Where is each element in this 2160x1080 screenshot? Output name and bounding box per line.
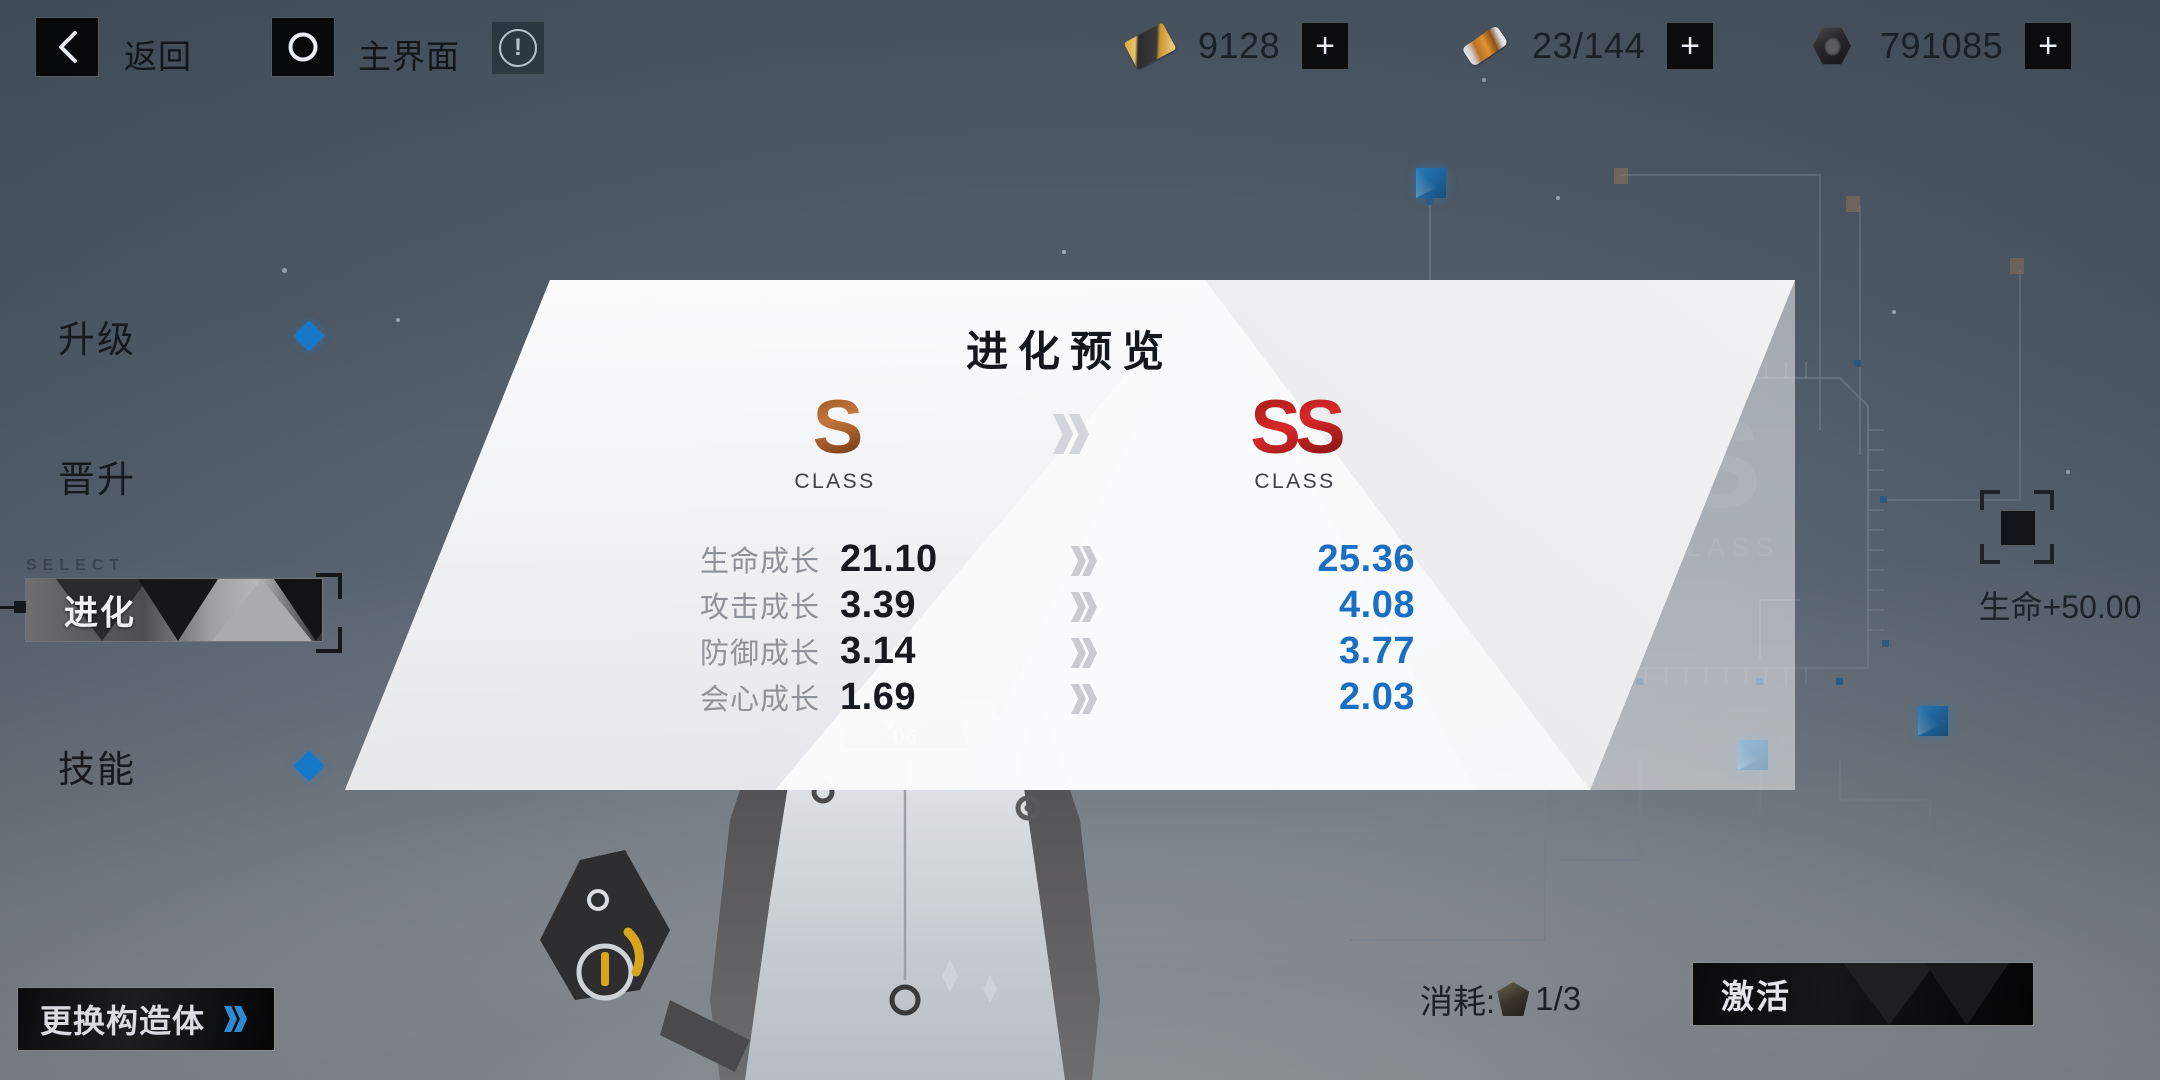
- double-chevron-right-icon: [1071, 684, 1097, 714]
- sidebar-item-label: 升级: [58, 319, 136, 360]
- select-label: SELECT: [26, 557, 126, 574]
- top-navigation-bar: 返回 主界面 ! 9128 + 23/144 + 791085 +: [0, 0, 2160, 90]
- stat-next-value: 4.08: [1339, 584, 1415, 626]
- rank-comparison-row: S CLASS SS CLASS: [345, 390, 1795, 500]
- currency-item: 791085 +: [1810, 18, 2072, 74]
- currency-value: 791085: [1880, 25, 2004, 66]
- sidebar-item-evolve-active[interactable]: SELECT 进化: [0, 557, 360, 661]
- cost-label: 消耗:: [1420, 983, 1496, 1020]
- selection-tick-square: [14, 601, 26, 613]
- stat-current-value: 1.69: [840, 676, 916, 718]
- swap-construct-label: 更换构造体: [40, 1003, 206, 1039]
- cost-display: 消耗: 1/3: [1420, 975, 1581, 1023]
- table-row: 攻击成长 3.39 4.08: [345, 584, 1795, 630]
- double-chevron-right-icon: [1071, 638, 1097, 668]
- stat-label: 防御成长: [699, 638, 820, 670]
- currency-item: 9128 +: [1123, 18, 1349, 74]
- left-sidebar: 升级 晋升: [0, 300, 360, 580]
- new-marker-diamond-icon: [293, 750, 325, 782]
- double-chevron-right-icon: [1071, 592, 1097, 622]
- selection-bracket-icon: [316, 573, 342, 599]
- back-label: 返回: [124, 38, 192, 75]
- stat-label: 攻击成长: [699, 592, 820, 624]
- activate-label: 激活: [1721, 978, 1791, 1015]
- sidebar-item-label: 技能: [58, 749, 136, 790]
- target-rank-class-label: CLASS: [1254, 470, 1336, 493]
- selection-bracket-icon: [316, 627, 342, 653]
- target-rank-letter: SS: [1145, 390, 1445, 466]
- double-chevron-right-icon: [1053, 414, 1089, 454]
- swap-construct-button[interactable]: 更换构造体: [18, 988, 274, 1050]
- stat-current-value: 21.10: [840, 538, 938, 580]
- sidebar-item-skill[interactable]: 技能: [0, 730, 360, 802]
- back-button[interactable]: [36, 18, 98, 76]
- stat-label: 会心成长: [699, 684, 820, 716]
- stat-next-value: 25.36: [1317, 538, 1415, 580]
- double-chevron-right-icon: [1071, 546, 1097, 576]
- sidebar-active-box[interactable]: 进化: [26, 579, 322, 641]
- activate-button[interactable]: 激活: [1693, 963, 2033, 1025]
- reward-node-core: [2001, 511, 2035, 545]
- circle-icon: [288, 32, 318, 62]
- info-button[interactable]: !: [492, 22, 544, 74]
- double-chevron-right-icon: [224, 1006, 248, 1032]
- stat-current-value: 3.14: [840, 630, 916, 672]
- evolution-preview-panel: 进化预览 S CLASS SS CLASS 生命成长 21.10 25.36 攻…: [345, 280, 1795, 790]
- table-row: 会心成长 1.69 2.03: [345, 676, 1795, 722]
- evolution-core-icon: [1497, 982, 1530, 1016]
- add-currency-button[interactable]: +: [1667, 23, 1714, 69]
- current-rank-letter: S: [685, 390, 985, 466]
- new-marker-diamond-icon: [293, 320, 325, 352]
- currency-value: 9128: [1198, 25, 1281, 66]
- stat-label: 生命成长: [699, 546, 820, 578]
- add-currency-button[interactable]: +: [2025, 23, 2072, 69]
- add-currency-button[interactable]: +: [1302, 23, 1349, 69]
- sidebar-active-label: 进化: [64, 594, 136, 633]
- gold-card-icon: [1123, 22, 1177, 70]
- exclamation-circle-icon: !: [499, 29, 537, 67]
- cost-value: 1/3: [1535, 980, 1582, 1017]
- serum-vial-icon: [1461, 23, 1509, 69]
- stat-next-value: 3.77: [1339, 630, 1415, 672]
- home-label: 主界面: [358, 38, 460, 75]
- sidebar-item-promote[interactable]: 晋升: [0, 440, 360, 512]
- stat-next-value: 2.03: [1339, 676, 1415, 718]
- reward-node-label: 生命+50.00: [1978, 589, 2142, 625]
- hex-nut-icon: [1810, 23, 1856, 69]
- page-title: 进化预览: [965, 328, 1174, 375]
- sidebar-item-label: 晋升: [58, 459, 136, 500]
- table-row: 生命成长 21.10 25.36: [345, 538, 1795, 584]
- left-sidebar-lower: 技能: [0, 730, 360, 870]
- home-button[interactable]: [272, 18, 334, 76]
- current-rank-class-label: CLASS: [794, 470, 876, 493]
- currency-value: 23/144: [1532, 25, 1646, 66]
- stat-current-value: 3.39: [840, 584, 916, 626]
- current-rank: S CLASS: [685, 390, 985, 494]
- target-rank: SS CLASS: [1145, 390, 1445, 494]
- table-row: 防御成长 3.14 3.77: [345, 630, 1795, 676]
- sidebar-item-upgrade[interactable]: 升级: [0, 300, 360, 372]
- chevron-left-icon: [59, 31, 77, 63]
- currency-item: 23/144 +: [1461, 18, 1714, 74]
